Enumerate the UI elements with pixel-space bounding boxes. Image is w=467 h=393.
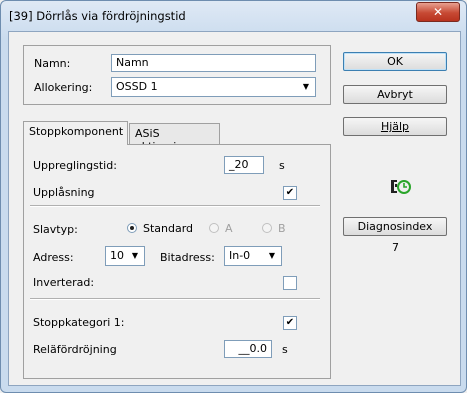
inverted-checkbox[interactable] [283,276,297,290]
general-group: Namn: Namn Allokering: OSSD 1 ▼ [23,45,331,105]
stopcat-checkbox[interactable]: ✔ [283,316,297,330]
uppreg-label: Uppreglingstid: [33,159,117,172]
diag-value: 7 [392,241,399,254]
adress-value: 10 [110,249,124,262]
slav-a-label: A [225,222,233,235]
title-bar[interactable]: [39] Dörrlås via fördröjningstid ✕ [1,1,466,31]
chevron-down-icon: ▼ [302,82,310,91]
diag-label: Diagnosindex [357,220,433,233]
inverted-label: Inverterad: [33,276,95,289]
slav-standard-radio[interactable] [127,223,137,233]
name-input[interactable]: Namn [111,54,316,72]
relay-unit: s [282,343,288,356]
unlock-label: Upplåsning [33,186,95,199]
adress-select[interactable]: 10 ▼ [105,246,145,266]
close-icon: ✕ [432,5,444,19]
separator [30,205,320,207]
help-button[interactable]: Hjälp [343,117,447,136]
alloc-label: Allokering: [34,81,93,94]
name-label: Namn: [34,57,71,70]
close-button[interactable]: ✕ [416,2,460,22]
key-timer-icon [390,178,412,196]
slav-standard-label: Standard [143,222,194,235]
bitadress-value: In-0 [229,249,251,262]
bitadress-select[interactable]: In-0 ▼ [224,246,282,266]
slav-b-label: B [278,222,286,235]
bitadress-label: Bitadress: [160,251,215,264]
chevron-down-icon: ▼ [268,251,276,260]
relay-value: __0.0 [238,342,268,355]
tab-label: Stoppkomponent [29,125,124,138]
alloc-select[interactable]: OSSD 1 ▼ [111,77,316,97]
adress-label: Adress: [33,251,74,264]
stoppkomponent-panel: Uppreglingstid: _20 s Upplåsning ✔ Slavt… [23,144,331,379]
uppreg-value: _20 [229,158,249,171]
alloc-value: OSSD 1 [116,80,158,93]
diagnosindex-button[interactable]: Diagnosindex [343,217,447,236]
help-label: Hjälp [380,120,410,133]
slav-label: Slavtyp: [33,223,78,236]
relay-label: Reläfördröjning [33,343,117,356]
ok-button[interactable]: OK [343,52,447,71]
slav-b-radio[interactable] [262,223,272,233]
dialog-client: Namn: Namn Allokering: OSSD 1 ▼ Stoppkom… [8,31,461,386]
window-title: [39] Dörrlås via fördröjningstid [9,9,186,23]
uppreg-input[interactable]: _20 [224,156,264,174]
uppreg-unit: s [279,159,285,172]
unlock-checkbox[interactable]: ✔ [283,186,297,200]
chevron-down-icon: ▼ [131,251,139,260]
tab-asis-aktivering[interactable]: ASiS aktivering [129,123,220,153]
tab-stoppkomponent[interactable]: Stoppkomponent [23,121,128,145]
relay-input[interactable]: __0.0 [224,340,272,358]
slav-a-radio[interactable] [209,223,219,233]
stopcat-label: Stoppkategori 1: [33,316,125,329]
separator [30,298,320,300]
dialog-window: [39] Dörrlås via fördröjningstid ✕ Namn:… [0,0,467,393]
cancel-button[interactable]: Avbryt [343,85,447,104]
name-value: Namn [116,56,149,69]
